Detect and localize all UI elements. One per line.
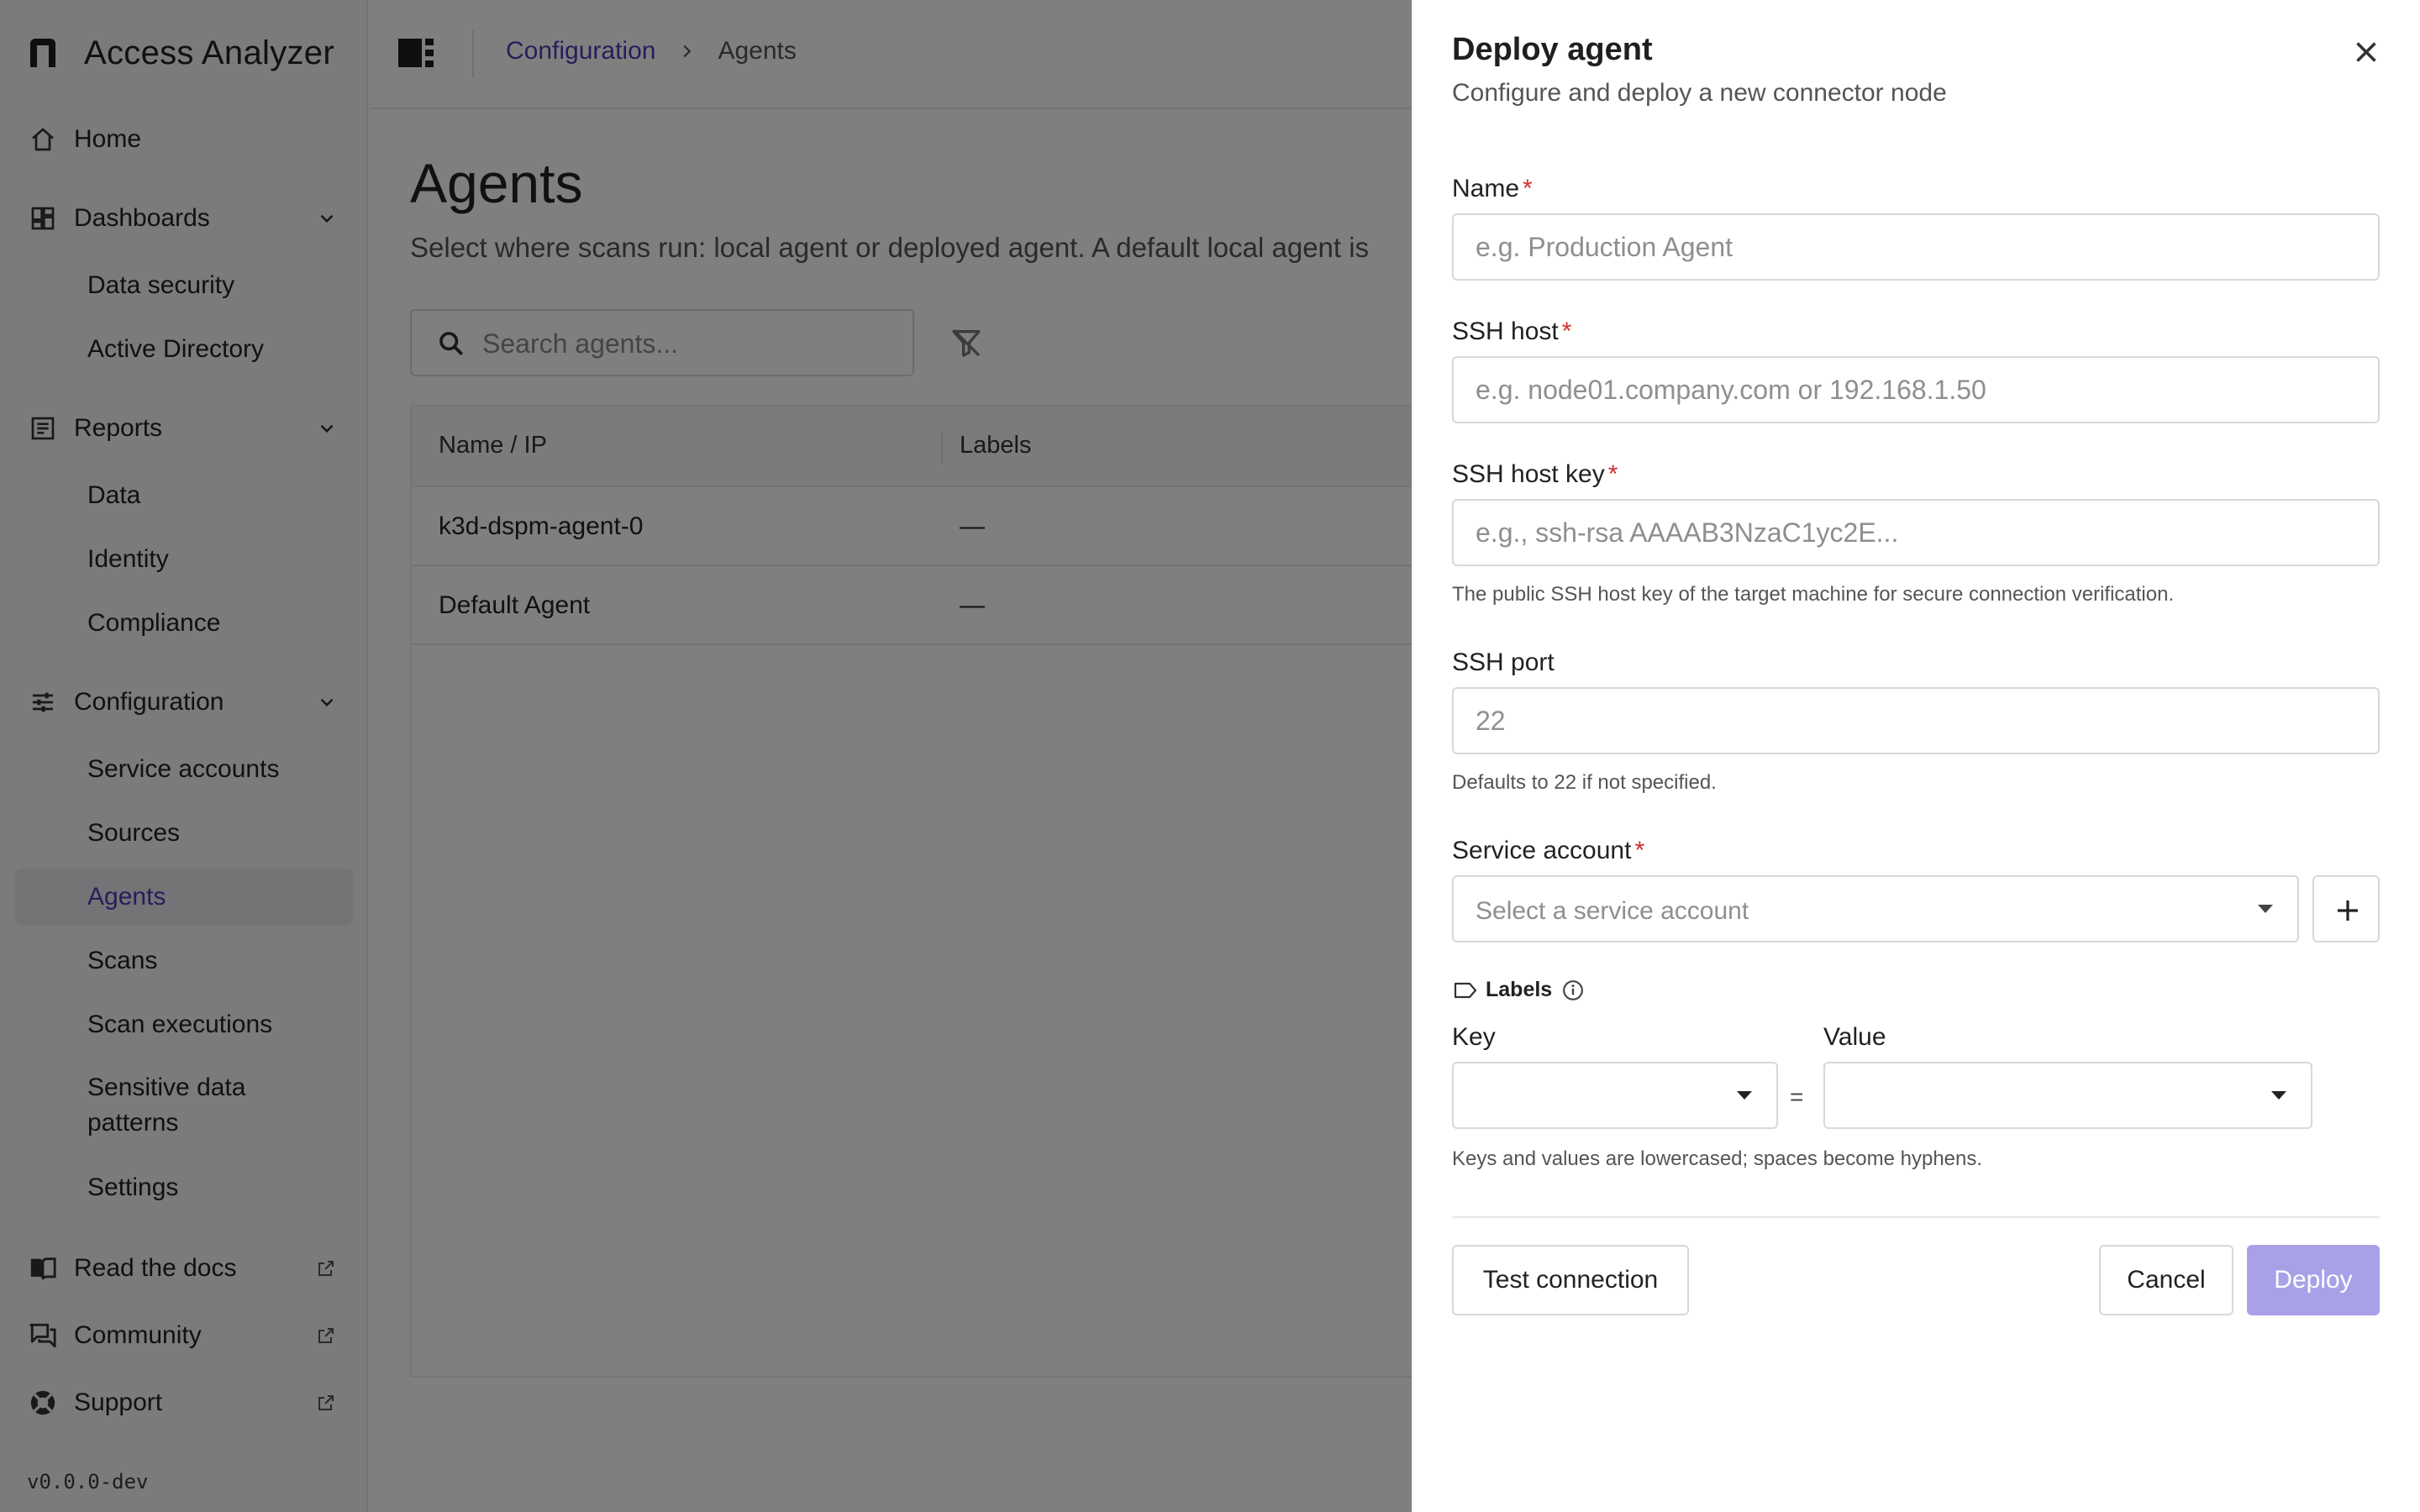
deploy-button[interactable]: Deploy — [2247, 1245, 2380, 1315]
add-service-account-button[interactable] — [2312, 875, 2380, 942]
plus-icon — [2338, 900, 2358, 921]
modal-backdrop[interactable] — [0, 0, 1412, 1512]
labels-help: Keys and values are lowercased; spaces b… — [1452, 1147, 1983, 1170]
test-connection-button[interactable]: Test connection — [1452, 1245, 1689, 1315]
ssh-host-key-help: The public SSH host key of the target ma… — [1452, 583, 2175, 606]
ssh-host-input[interactable] — [1452, 356, 2380, 423]
required-marker: * — [1561, 318, 1572, 345]
close-icon[interactable] — [2351, 37, 2381, 67]
labels-heading: Labels — [1454, 978, 1584, 1002]
ssh-port-input[interactable] — [1452, 687, 2380, 754]
drawer-subtitle: Configure and deploy a new connector nod… — [1452, 79, 1947, 107]
ssh-host-label: SSH host * — [1452, 318, 1572, 345]
service-account-label: Service account * — [1452, 837, 1645, 864]
service-account-placeholder: Select a service account — [1476, 897, 1749, 925]
required-marker: * — [1634, 837, 1645, 864]
label-key-heading: Key — [1452, 1023, 1496, 1051]
label-value-select[interactable] — [1823, 1062, 2312, 1129]
ssh-port-help: Defaults to 22 if not specified. — [1452, 771, 1717, 794]
name-input[interactable] — [1452, 213, 2380, 281]
drawer-divider — [1452, 1216, 2380, 1218]
info-icon[interactable] — [1562, 979, 1584, 1001]
name-label: Name * — [1452, 175, 1533, 202]
drawer-title: Deploy agent — [1452, 32, 1653, 67]
required-marker: * — [1607, 460, 1618, 488]
key-value-separator: = — [1790, 1084, 1804, 1110]
label-value-heading: Value — [1823, 1023, 1886, 1051]
caret-down-icon — [2258, 905, 2273, 913]
caret-down-icon — [1737, 1091, 1752, 1100]
caret-down-icon — [2271, 1091, 2286, 1100]
label-key-select[interactable] — [1452, 1062, 1778, 1129]
ssh-host-key-label: SSH host key * — [1452, 460, 1618, 488]
required-marker: * — [1523, 175, 1533, 202]
service-account-select[interactable]: Select a service account — [1452, 875, 2299, 942]
ssh-port-label: SSH port — [1452, 648, 1555, 676]
labels-heading-text: Labels — [1486, 978, 1553, 1001]
cancel-button[interactable]: Cancel — [2099, 1245, 2233, 1315]
ssh-host-key-input[interactable] — [1452, 499, 2380, 566]
deploy-agent-drawer: Deploy agent Configure and deploy a new … — [1412, 0, 2420, 1512]
tag-icon — [1454, 982, 1477, 998]
